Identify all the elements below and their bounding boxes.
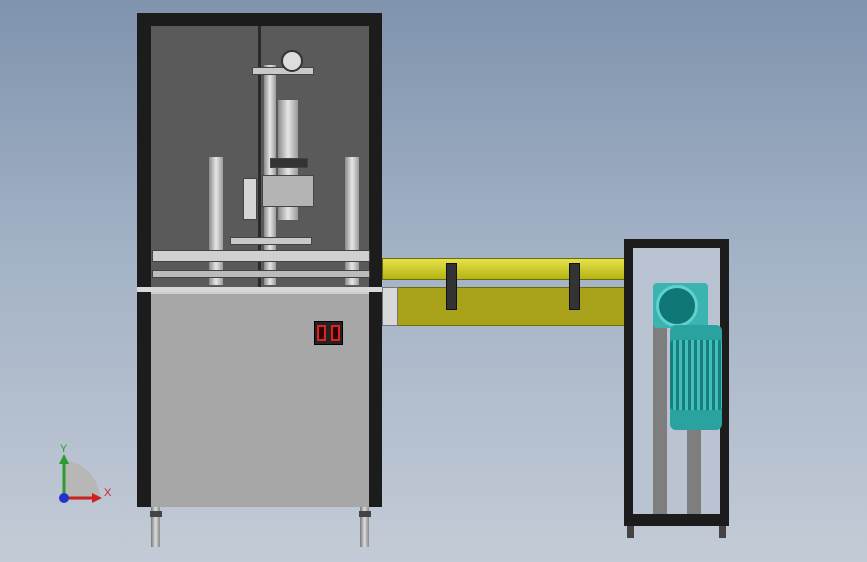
left-guide-column (209, 157, 223, 285)
counter-digit (317, 325, 327, 341)
leg-foot (150, 511, 162, 517)
digital-counter-display (314, 321, 343, 345)
machine-deck (152, 250, 370, 262)
axis-triad-quadrant (64, 460, 101, 500)
pulley-wheel (281, 50, 303, 72)
conveyor-bracket (569, 263, 580, 310)
z-axis-dot (59, 493, 69, 503)
frame-post-left (653, 314, 667, 514)
conveyor-bracket (446, 263, 457, 310)
cabinet-window-divider (258, 26, 261, 288)
turntable-plate (230, 237, 312, 245)
conveyor-end-plate (382, 287, 398, 326)
frame-foot (627, 526, 634, 538)
dosing-body (262, 175, 314, 207)
right-guide-column (345, 157, 359, 285)
leg-foot (359, 511, 371, 517)
y-axis-label: Y (60, 443, 68, 455)
x-axis-label: X (104, 487, 112, 499)
lower-rail (152, 270, 370, 278)
conveyor-body (382, 287, 629, 326)
y-arrow-head (59, 454, 69, 464)
gear-icon (656, 285, 698, 327)
clamp-block (270, 158, 308, 168)
frame-foot (719, 526, 726, 538)
axis-triad: Y X (59, 443, 112, 503)
counter-digit (330, 325, 340, 341)
side-cylinder (243, 178, 257, 220)
motor-cooling-fins (670, 340, 722, 410)
